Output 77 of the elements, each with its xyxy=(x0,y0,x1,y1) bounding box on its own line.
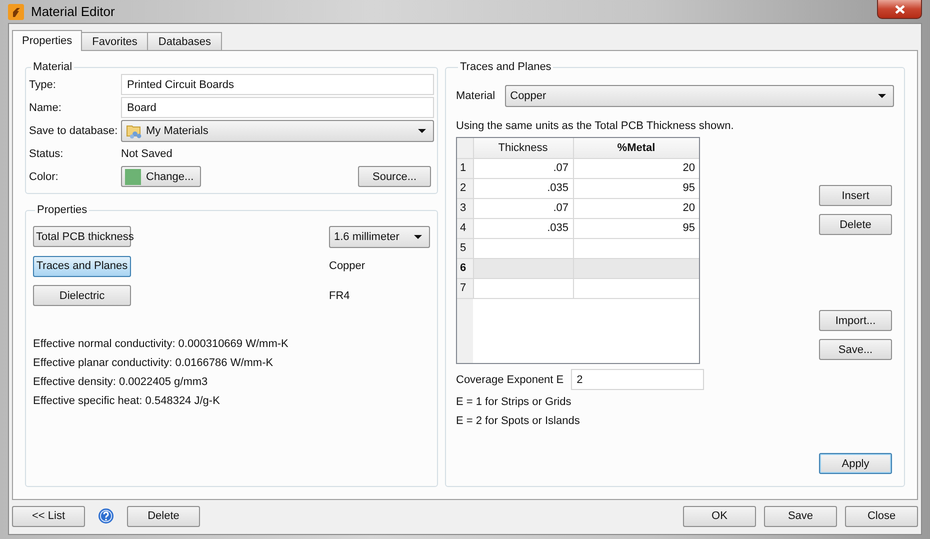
result-text: Effective specific heat: 0.548324 J/g-K xyxy=(33,394,221,408)
note-text: Using the same units as the Total PCB Thickness shown. xyxy=(456,120,735,132)
table-cell[interactable] xyxy=(573,258,699,278)
property-value: Copper xyxy=(329,260,366,272)
field-label: Type: xyxy=(29,78,57,90)
table-cell[interactable]: 20 xyxy=(573,158,699,178)
property-button[interactable]: Dielectric xyxy=(33,285,131,306)
window-title: Material Editor xyxy=(31,4,115,19)
caret-icon xyxy=(414,234,422,239)
group-title: Material xyxy=(32,61,74,73)
caret-icon xyxy=(418,128,426,132)
field-label: Save to database: xyxy=(29,124,119,136)
unit-dropdown[interactable]: 1.6 millimeter xyxy=(329,226,430,248)
footer-button[interactable]: Save xyxy=(764,506,837,526)
help-icon xyxy=(98,508,114,524)
column-header[interactable]: Thickness xyxy=(473,138,573,158)
footer-button[interactable]: Close xyxy=(845,506,918,526)
source-button[interactable]: Source... xyxy=(358,166,431,187)
group-title: Properties xyxy=(36,204,88,216)
row-number[interactable]: 5 xyxy=(457,238,473,258)
column-header[interactable]: %Metal xyxy=(573,138,699,158)
table-cell[interactable]: .07 xyxy=(473,198,573,218)
table-cell[interactable]: .035 xyxy=(473,218,573,238)
file-button[interactable]: Save... xyxy=(819,339,892,360)
row-number[interactable]: 1 xyxy=(457,158,473,178)
row-number[interactable]: 4 xyxy=(457,218,473,238)
text-field[interactable]: Board xyxy=(121,97,434,118)
footer-button[interactable]: Delete xyxy=(127,506,200,526)
tab[interactable]: Databases xyxy=(147,32,222,50)
table-cell[interactable]: 95 xyxy=(573,218,699,238)
row-number[interactable]: 3 xyxy=(457,198,473,218)
result-text: Effective density: 0.0022405 g/mm3 xyxy=(33,374,209,390)
exponent-field[interactable]: 2 xyxy=(570,369,704,390)
table-cell[interactable] xyxy=(473,238,573,258)
field-label: Name: xyxy=(29,102,62,114)
database-dropdown[interactable]: My Materials xyxy=(121,120,434,142)
row-number[interactable]: 6 xyxy=(457,258,473,278)
property-button[interactable]: Total PCB thickness xyxy=(33,226,131,248)
table-cell[interactable] xyxy=(573,278,699,298)
table-cell[interactable] xyxy=(473,258,573,278)
result-text: Effective normal conductivity: 0.000310669 W/mm-K xyxy=(33,336,290,352)
table-cell[interactable]: 20 xyxy=(573,198,699,218)
table-button[interactable]: Insert xyxy=(819,185,892,206)
property-value: FR4 xyxy=(329,290,350,302)
tab[interactable]: Properties xyxy=(12,30,82,51)
field-label: Coverage Exponent E xyxy=(456,374,564,386)
property-button[interactable]: Traces and Planes xyxy=(33,256,131,277)
footer-button[interactable]: << List xyxy=(12,506,85,526)
table-cell[interactable] xyxy=(573,238,699,258)
material-dropdown[interactable]: Copper xyxy=(505,85,894,107)
field-label: Material xyxy=(456,90,496,102)
table-cell[interactable]: 95 xyxy=(573,178,699,198)
hint-text: E = 2 for Spots or Islands xyxy=(456,415,581,428)
table-button[interactable]: Delete xyxy=(819,214,892,235)
row-number[interactable]: 2 xyxy=(457,178,473,198)
folder-icon xyxy=(126,122,142,138)
text-field[interactable]: Printed Circuit Boards xyxy=(121,74,434,95)
table-cell[interactable] xyxy=(473,278,573,298)
hint-text: E = 1 for Strips or Grids xyxy=(456,396,572,409)
change-color-button[interactable]: Change... xyxy=(121,166,201,187)
apply-button[interactable]: Apply xyxy=(819,453,892,474)
field-label: Status: xyxy=(29,148,64,160)
file-button[interactable]: Import... xyxy=(819,310,892,331)
result-text: Effective planar conductivity: 0.0166786 W/mm-K xyxy=(33,356,274,370)
table-cell[interactable]: .07 xyxy=(473,158,573,178)
group-title: Traces and Planes xyxy=(459,61,552,73)
row-number[interactable]: 7 xyxy=(457,278,473,298)
table-cell[interactable]: .035 xyxy=(473,178,573,198)
close-icon xyxy=(894,4,904,14)
field-label: Color: xyxy=(29,170,60,182)
footer-button[interactable]: OK xyxy=(683,506,756,526)
help-button[interactable] xyxy=(98,508,114,524)
close-button[interactable] xyxy=(877,0,922,19)
tab[interactable]: Favorites xyxy=(81,32,148,50)
status-text: Not Saved xyxy=(121,148,172,160)
app-icon xyxy=(8,4,24,20)
caret-icon xyxy=(878,94,886,98)
